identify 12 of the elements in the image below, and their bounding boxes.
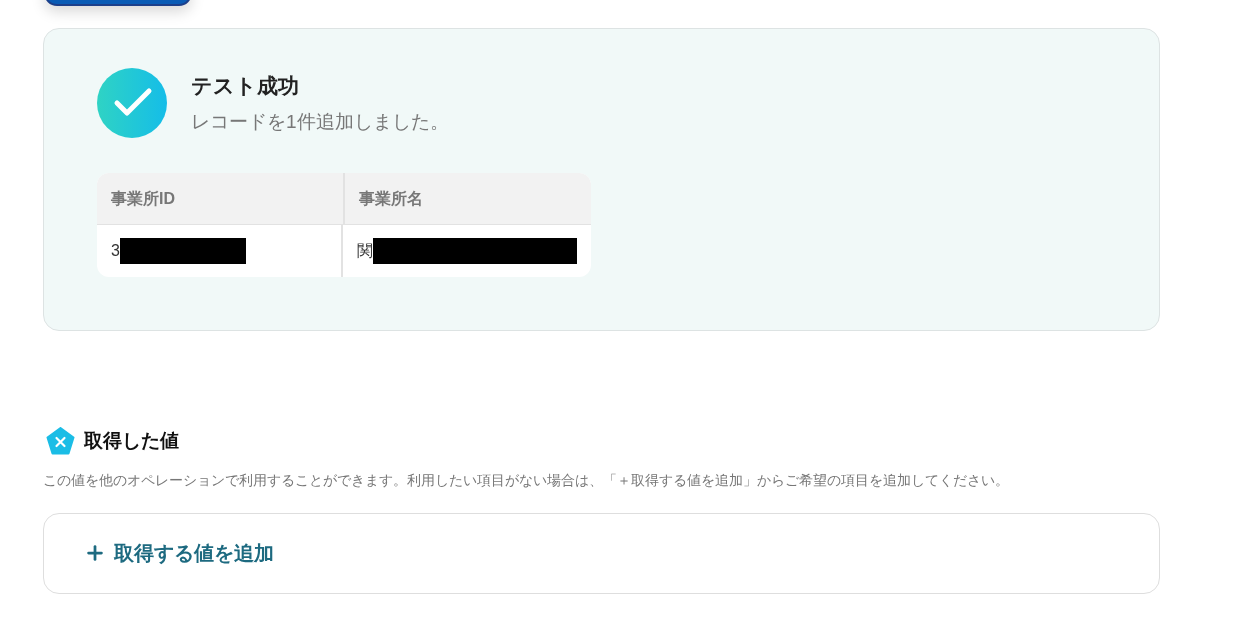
add-value-button[interactable]: 取得する値を追加 — [43, 512, 1160, 594]
table-cell-text: 3 — [111, 241, 120, 261]
table-cell-text: 関 — [357, 241, 373, 261]
plus-icon — [84, 542, 106, 564]
variable-icon — [46, 427, 75, 456]
column-header: 事業所名 — [343, 173, 591, 224]
column-header: 事業所ID — [110, 188, 176, 209]
result-message: レコードを1件追加しました。 — [191, 109, 449, 134]
check-icon — [97, 68, 167, 138]
section-description: この値を他のオペレーションで利用することができます。利用したい項目がない場合は、「＋取得する値を追加」からご希望の項目を追加してください。 — [43, 470, 1010, 490]
section-title: 取得した値 — [84, 429, 179, 453]
result-title: テスト成功 — [191, 73, 300, 99]
